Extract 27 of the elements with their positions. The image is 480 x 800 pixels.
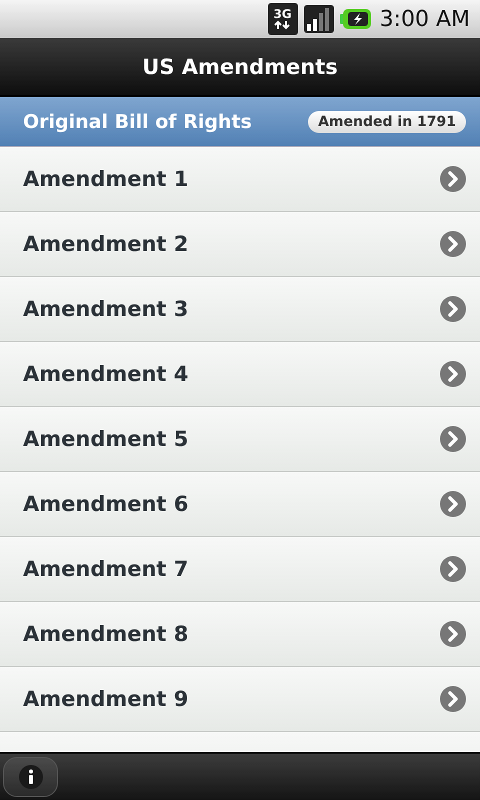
amendment-item[interactable]: Amendment 9 [0, 667, 480, 732]
amendment-item[interactable]: Amendment 6 [0, 472, 480, 537]
chevron-icon [439, 230, 467, 258]
amendment-item[interactable]: Amendment 8 [0, 602, 480, 667]
chevron-icon [439, 425, 467, 453]
screen-title: US Amendments [142, 54, 338, 78]
network-icon: 3G [268, 3, 298, 35]
amended-badge: Amended in 1791 [308, 110, 466, 132]
amendment-item[interactable]: Amendment 1 [0, 147, 480, 212]
amendment-item[interactable]: Amendment 3 [0, 277, 480, 342]
amendment-item[interactable]: Amendment 2 [0, 212, 480, 277]
chevron-icon [439, 360, 467, 388]
clock-time: 3:00 AM [380, 6, 470, 32]
info-button[interactable] [3, 757, 58, 797]
chevron-icon [439, 685, 467, 713]
amendment-item[interactable]: Amendment 7 [0, 537, 480, 602]
amendment-item[interactable]: Amendment 4 [0, 342, 480, 407]
chevron-icon [439, 165, 467, 193]
battery-charging-icon [340, 8, 372, 30]
chevron-icon [439, 490, 467, 518]
chevron-icon [439, 295, 467, 323]
chevron-icon [439, 620, 467, 648]
section-title: Original Bill of Rights [23, 110, 252, 132]
chevron-icon [439, 555, 467, 583]
signal-icon [304, 5, 334, 33]
amendment-item[interactable]: Amendment 5 [0, 407, 480, 472]
info-icon [18, 764, 44, 790]
